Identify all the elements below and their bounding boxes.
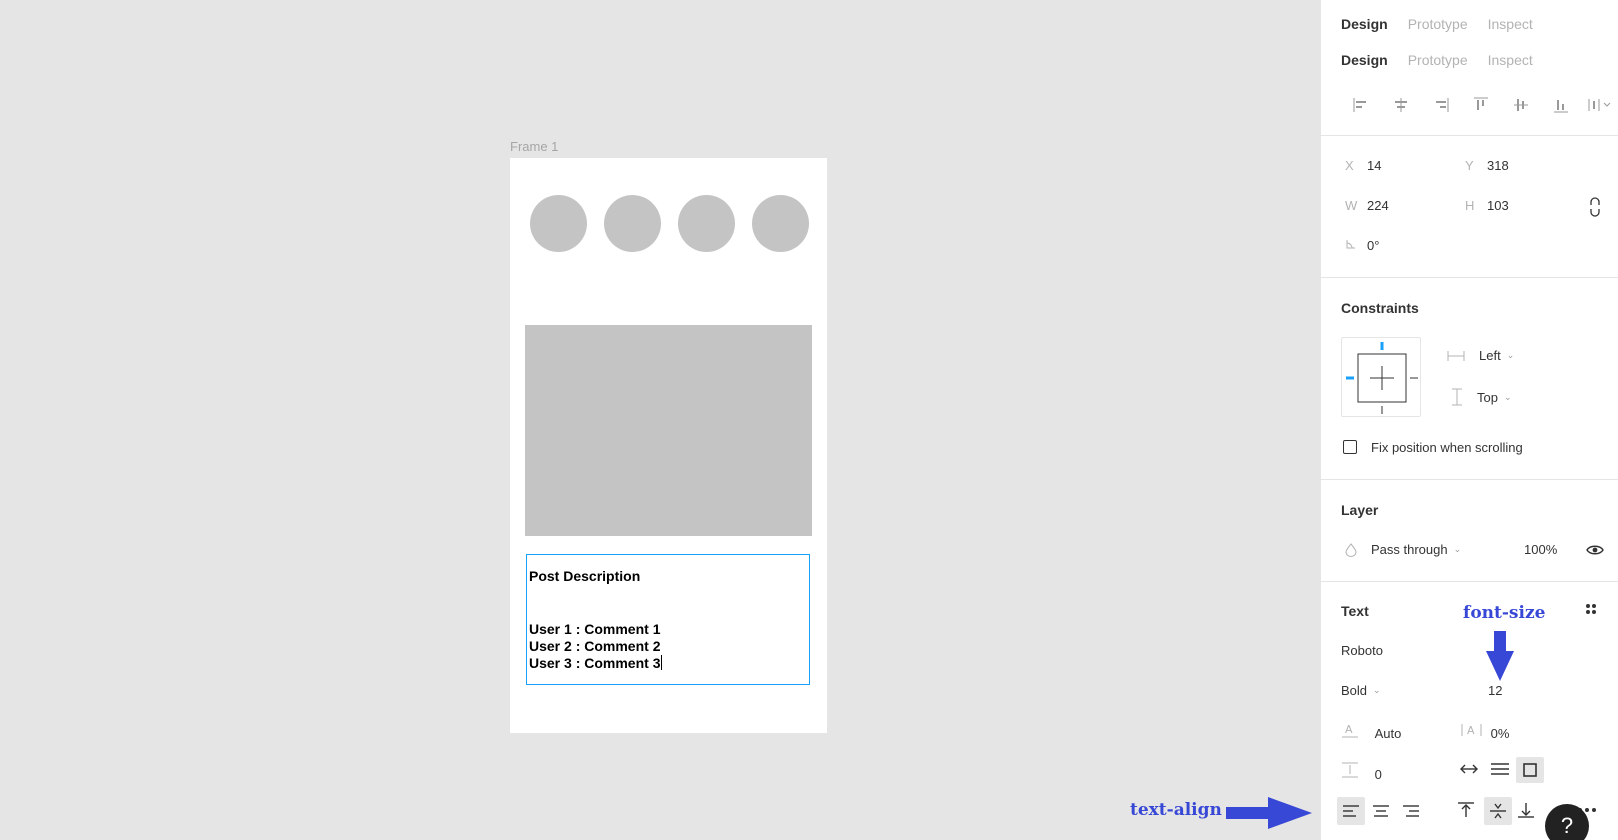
chevron-down-icon: ⌄	[1503, 391, 1512, 402]
svg-text:A: A	[1345, 723, 1353, 736]
height-field[interactable]: H 103	[1465, 198, 1509, 213]
text-caret	[661, 655, 663, 670]
chevron-down-icon: ⌄	[1453, 544, 1462, 554]
selected-text-layer[interactable]: Post Description User 1 : Comment 1 User…	[526, 554, 810, 685]
align-text-bottom-icon[interactable]	[1517, 801, 1535, 819]
align-bottom-icon[interactable]	[1541, 93, 1581, 117]
right-arrow-icon	[1226, 797, 1312, 829]
chevron-down-icon: ⌄	[1373, 685, 1381, 695]
story-circle[interactable]	[752, 195, 809, 252]
font-weight-value: Bold	[1341, 683, 1368, 698]
rotation-icon	[1346, 240, 1355, 249]
tab-design[interactable]: Design	[1341, 52, 1388, 68]
tab-design[interactable]: Design	[1341, 16, 1388, 32]
align-right-icon[interactable]	[1421, 93, 1461, 117]
font-weight-dropdown[interactable]: Bold ⌄	[1341, 683, 1381, 698]
align-vertical-center-icon[interactable]	[1501, 93, 1541, 117]
vertical-constraint-value: Top	[1477, 389, 1498, 405]
font-family-dropdown[interactable]: Roboto	[1341, 643, 1383, 658]
comment-line: User 3 : Comment 3	[529, 655, 663, 672]
align-horizontal-center-icon[interactable]	[1381, 93, 1421, 117]
line-height-icon: A	[1342, 723, 1358, 738]
post-image-placeholder[interactable]	[525, 325, 812, 536]
letter-spacing-icon: A	[1461, 724, 1482, 737]
tab-prototype[interactable]: Prototype	[1408, 16, 1468, 32]
properties-panel: Design Prototype Inspect Design Prototyp…	[1320, 0, 1618, 840]
help-button[interactable]: ?	[1545, 804, 1589, 840]
comment-line-text: User 3 : Comment 3	[529, 655, 661, 671]
frame-1[interactable]: Post Description User 1 : Comment 1 User…	[510, 158, 827, 733]
vertical-constraint-icon	[1451, 388, 1463, 406]
paragraph-spacing-icon	[1342, 762, 1358, 778]
text-align-left-button[interactable]	[1337, 797, 1365, 825]
divider	[1321, 277, 1618, 278]
y-field[interactable]: Y 318	[1465, 158, 1509, 173]
tab-inspect[interactable]: Inspect	[1488, 52, 1533, 68]
opacity-field[interactable]: 100%	[1524, 542, 1557, 557]
fixed-size-icon	[1523, 763, 1537, 777]
horizontal-constraint-value: Left	[1479, 348, 1501, 363]
tab-prototype[interactable]: Prototype	[1408, 52, 1468, 68]
x-field[interactable]: X 14	[1345, 158, 1381, 173]
align-text-middle-icon	[1490, 803, 1506, 819]
down-arrow-icon	[1486, 631, 1514, 681]
tab-inspect[interactable]: Inspect	[1488, 16, 1533, 32]
alignment-toolbar	[1341, 93, 1618, 117]
comment-line: User 2 : Comment 2	[529, 638, 661, 654]
text-align-annotation: text-align	[1130, 800, 1222, 820]
blend-mode-dropdown[interactable]: Pass through ⌄	[1345, 542, 1461, 557]
blend-mode-value: Pass through	[1371, 542, 1448, 557]
eye-icon[interactable]	[1586, 543, 1604, 557]
auto-width-icon[interactable]	[1459, 762, 1479, 776]
text-align-right-icon[interactable]	[1402, 805, 1420, 817]
constraint-widget[interactable]	[1341, 337, 1421, 417]
text-styles-grid-icon[interactable]	[1585, 603, 1597, 615]
divider	[1321, 135, 1618, 136]
constraint-diagram-icon	[1346, 342, 1418, 414]
text-align-left-icon	[1343, 805, 1359, 817]
constrain-proportions-icon[interactable]	[1588, 197, 1602, 217]
layer-title: Layer	[1341, 502, 1379, 518]
fix-position-label: Fix position when scrolling	[1371, 440, 1523, 455]
divider	[1321, 479, 1618, 480]
align-text-middle-button[interactable]	[1484, 797, 1512, 825]
distribute-icon[interactable]	[1581, 93, 1618, 117]
font-size-field[interactable]: 12	[1488, 683, 1502, 698]
width-field[interactable]: W 224	[1345, 198, 1389, 213]
rotation-field[interactable]: 0°	[1345, 238, 1379, 253]
fixed-size-button[interactable]	[1516, 757, 1544, 783]
panel-tabs: Design Prototype Inspect	[1341, 16, 1533, 32]
font-size-annotation: font-size	[1463, 603, 1546, 623]
text-section-title: Text	[1341, 603, 1369, 619]
horizontal-constraint-dropdown[interactable]: Left ⌄	[1447, 348, 1514, 363]
align-left-icon[interactable]	[1341, 93, 1381, 117]
constraints-title: Constraints	[1341, 300, 1419, 316]
line-height-field[interactable]: A Auto	[1341, 722, 1401, 741]
auto-height-icon[interactable]	[1490, 762, 1510, 776]
fix-position-checkbox[interactable]	[1343, 440, 1357, 454]
story-circle[interactable]	[604, 195, 661, 252]
align-text-top-icon[interactable]	[1457, 801, 1475, 819]
vertical-constraint-dropdown[interactable]: Top ⌄	[1451, 388, 1512, 406]
help-label: ?	[1560, 813, 1574, 838]
divider	[1321, 581, 1618, 582]
design-canvas[interactable]: Frame 1 Post Description User 1 : Commen…	[0, 0, 1320, 840]
svg-text:A: A	[1467, 724, 1475, 737]
comment-line: User 1 : Comment 1	[529, 621, 661, 637]
story-circle[interactable]	[678, 195, 735, 252]
post-description-text: Post Description	[529, 568, 641, 584]
blend-drop-icon	[1345, 542, 1357, 557]
horizontal-constraint-icon	[1447, 350, 1465, 362]
story-circle[interactable]	[530, 195, 587, 252]
panel-tabs-secondary: Design Prototype Inspect	[1341, 52, 1533, 68]
paragraph-spacing-field[interactable]: 0	[1341, 761, 1382, 782]
text-align-center-icon[interactable]	[1372, 805, 1390, 817]
align-top-icon[interactable]	[1461, 93, 1501, 117]
letter-spacing-field[interactable]: A 0%	[1461, 722, 1509, 741]
frame-label[interactable]: Frame 1	[510, 139, 558, 154]
chevron-down-icon: ⌄	[1506, 350, 1515, 360]
